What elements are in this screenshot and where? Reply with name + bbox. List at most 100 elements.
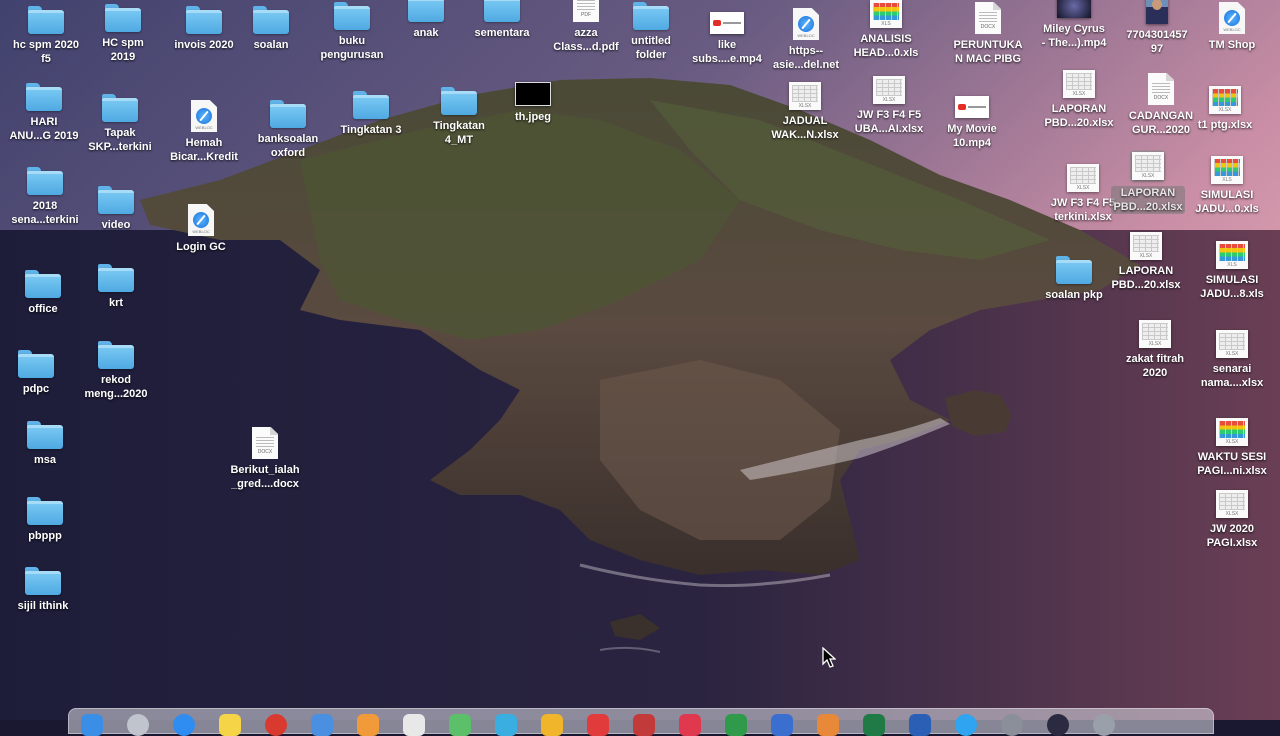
folder-tapak-skp-terkini[interactable]: Tapak SKP...terkini (74, 94, 166, 154)
chrome-icon[interactable] (265, 714, 287, 736)
file-analisis-head-xls[interactable]: XLS ANALISIS HEAD...0.xls (840, 0, 932, 60)
image-file-icon (515, 82, 551, 106)
file-waktu-sesi-pagi-xlsx[interactable]: XLSX WAKTU SESI PAGI...ni.xlsx (1186, 418, 1278, 478)
file-tm-shop-webloc[interactable]: WEBLOC TM Shop (1186, 2, 1278, 52)
folder-icon (98, 341, 134, 369)
icon-label: JADUAL WAK...N.xlsx (771, 115, 839, 141)
document-file-icon: DOCX (252, 427, 278, 459)
folder-icon (408, 0, 444, 22)
file-jw-2020-pagi-xlsx[interactable]: XLSX JW 2020 PAGI.xlsx (1186, 490, 1278, 550)
photos-icon[interactable] (357, 714, 379, 736)
folder-icon (105, 4, 141, 32)
file-laporan-pbd-xlsx-2[interactable]: XLSX LAPORAN PBD...20.xlsx (1100, 232, 1192, 292)
spreadsheet-file-icon: XLSX (789, 82, 821, 110)
folder-icon (484, 0, 520, 22)
icon-label: HARI ANU...G 2019 (9, 116, 79, 142)
calendar-icon[interactable] (587, 714, 609, 736)
system-preferences-icon[interactable] (1001, 714, 1023, 736)
icon-label: JW F3 F4 F5 UBA...AI.xlsx (854, 109, 924, 135)
file-my-movie-10-mp4[interactable]: My Movie 10.mp4 (926, 96, 1018, 150)
mail-icon[interactable] (311, 714, 333, 736)
folder-sementara[interactable]: sementara (456, 0, 548, 40)
file-login-gc-webloc[interactable]: WEBLOC Login GC (155, 204, 247, 254)
file-miley-cyrus-mp4[interactable]: Miley Cyrus - The...).mp4 (1028, 0, 1120, 50)
folder-sijil-ithink[interactable]: sijil ithink (0, 567, 89, 613)
icon-label: Tapak SKP...terkini (88, 127, 152, 153)
spreadsheet-file-icon: XLSX (1130, 150, 1166, 182)
folder-rekod-mengajar-2020[interactable]: rekod meng...2020 (70, 341, 162, 401)
notes-icon[interactable] (219, 714, 241, 736)
folder-msa[interactable]: msa (0, 421, 91, 467)
icon-label: office (28, 303, 58, 315)
icon-label: rekod meng...2020 (84, 374, 148, 400)
icon-label: senarai nama....xlsx (1200, 363, 1264, 389)
pages-icon[interactable] (817, 714, 839, 736)
dock (68, 708, 1214, 736)
safari-icon[interactable] (173, 714, 195, 736)
icon-label: HC spm 2019 (102, 37, 144, 63)
folder-icon (253, 6, 289, 34)
file-berikut-ialah-gred-docx[interactable]: DOCX Berikut_ialah _gred....docx (219, 427, 311, 491)
contacts-icon[interactable] (403, 714, 425, 736)
spreadsheet-file-icon: XLSX (1067, 164, 1099, 192)
folder-hc-spm-2019[interactable]: HC spm 2019 (77, 4, 169, 64)
file-https-asie-webloc[interactable]: WEBLOC https-- asie...del.net (760, 8, 852, 72)
app-store-icon[interactable] (955, 714, 977, 736)
icon-label: banksoalan oxford (257, 133, 319, 159)
file-hemah-bicara-kredit-webloc[interactable]: WEBLOC Hemah Bicar...Kredit (158, 100, 250, 164)
word-icon[interactable] (909, 714, 931, 736)
facetime-icon[interactable] (495, 714, 517, 736)
folder-icon (270, 100, 306, 128)
spreadsheet-file-icon: XLSX (1216, 490, 1248, 518)
reminders-icon[interactable] (633, 714, 655, 736)
numbers-icon[interactable] (725, 714, 747, 736)
icon-label: anak (413, 27, 439, 39)
icon-label: Miley Cyrus - The...).mp4 (1041, 23, 1107, 49)
file-jw-f3-f4-f5-ubah-xlsx[interactable]: XLSX JW F3 F4 F5 UBA...AI.xlsx (843, 76, 935, 136)
folder-krt[interactable]: krt (70, 264, 162, 310)
folder-pbppp[interactable]: pbppp (0, 497, 91, 543)
folder-icon (25, 567, 61, 595)
file-jadual-waktu-xlsx[interactable]: XLSX JADUAL WAK...N.xlsx (759, 82, 851, 142)
icon-label: zakat fitrah 2020 (1125, 353, 1185, 379)
folder-soalan[interactable]: soalan (225, 6, 317, 52)
file-t1-ptg-xlsx[interactable]: XLSX t1 ptg.xlsx (1179, 86, 1271, 132)
itunes-icon[interactable] (679, 714, 701, 736)
spreadsheet-file-icon: XLSX (1216, 418, 1248, 446)
icon-label: JW 2020 PAGI.xlsx (1206, 523, 1258, 549)
webloc-file-icon: WEBLOC (1219, 2, 1245, 34)
file-simulasi-jadual-8-xls[interactable]: XLS SIMULASI JADU...8.xls (1186, 241, 1278, 301)
file-laporan-pbd-xlsx-1[interactable]: XLSX LAPORAN PBD...20.xlsx (1033, 70, 1125, 130)
icon-label: LAPORAN PBD...20.xlsx (1111, 186, 1185, 214)
launchpad-icon[interactable] (127, 714, 149, 736)
folder-icon (98, 264, 134, 292)
icon-label: TM Shop (1208, 39, 1256, 51)
webloc-file-icon: WEBLOC (793, 8, 819, 40)
video-file-icon (955, 96, 989, 118)
excel-icon[interactable] (863, 714, 885, 736)
icon-label: https-- asie...del.net (772, 45, 840, 71)
icon-label: WAKTU SESI PAGI...ni.xlsx (1197, 451, 1267, 477)
file-th-jpeg[interactable]: th.jpeg (487, 82, 579, 124)
spreadsheet-file-icon: XLSX (1209, 86, 1241, 114)
folder-video[interactable]: video (70, 186, 162, 232)
file-peruntukan-mac-pibg[interactable]: DOCX PERUNTUKA N MAC PIBG (942, 2, 1034, 66)
spreadsheet-file-icon: XLSX (873, 76, 905, 104)
maps-icon[interactable] (449, 714, 471, 736)
trash-icon[interactable] (1093, 714, 1115, 736)
icon-label: pbppp (28, 530, 62, 542)
icon-label: th.jpeg (514, 111, 552, 123)
icon-label: Berikut_ialah _gred....docx (230, 464, 300, 490)
folder-tingkatan-3[interactable]: Tingkatan 3 (325, 91, 417, 137)
messages-icon[interactable] (541, 714, 563, 736)
folder-banksoalan-oxford[interactable]: banksoalan oxford (242, 100, 334, 160)
finder-icon[interactable] (81, 714, 103, 736)
spreadsheet-file-icon: XLSX (1130, 232, 1162, 260)
spreadsheet-file-icon: XLS (1211, 156, 1243, 184)
folder-icon (353, 91, 389, 119)
file-simulasi-jadual-0-xls[interactable]: XLS SIMULASI JADU...0.xls (1181, 156, 1273, 216)
quicktime-icon[interactable] (1047, 714, 1069, 736)
file-senarai-nama-xlsx[interactable]: XLSX senarai nama....xlsx (1186, 330, 1278, 390)
keynote-icon[interactable] (771, 714, 793, 736)
image-file-icon (1146, 0, 1168, 24)
